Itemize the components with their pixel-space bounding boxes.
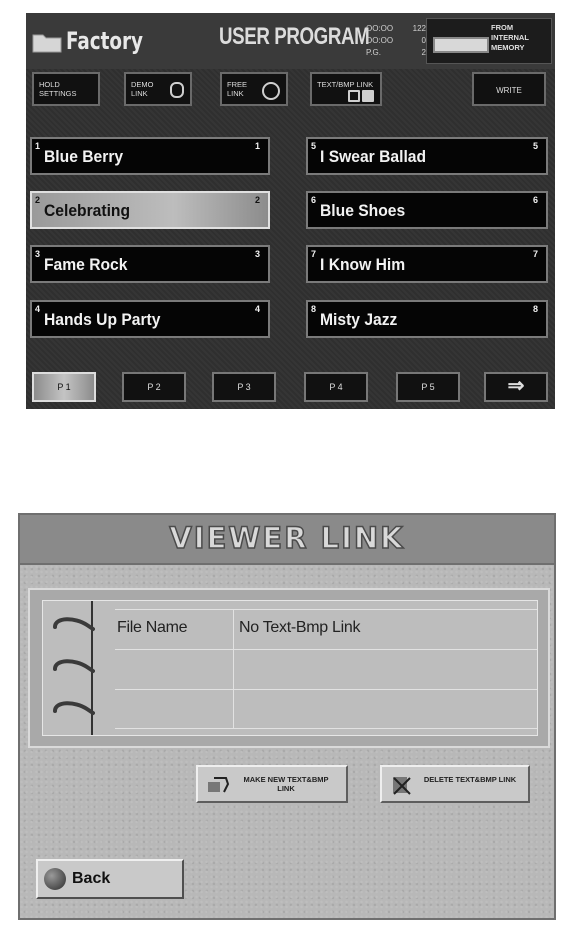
window-title-bar: VIEWER LINK bbox=[20, 515, 554, 565]
memory-indicator: FROM INTERNAL MEMORY bbox=[426, 18, 552, 64]
song-number: 5 bbox=[532, 141, 538, 151]
memory-card-icon bbox=[433, 37, 489, 53]
button-label: FREE LINK bbox=[227, 80, 248, 98]
button-label: WRITE bbox=[496, 86, 522, 95]
song-number: 1 bbox=[254, 141, 260, 151]
song-name: I Know Him bbox=[320, 255, 406, 274]
song-number: 1 bbox=[35, 141, 41, 151]
counter-readout: OO:OO 122 OO:OO 0 P.G. 2 bbox=[366, 23, 426, 59]
memory-label: FROM INTERNAL MEMORY bbox=[491, 23, 529, 52]
grid-line bbox=[233, 609, 234, 729]
delete-link-icon bbox=[393, 777, 411, 795]
song-item[interactable]: 6 Blue Shoes 6 bbox=[306, 191, 548, 229]
song-item[interactable]: 7 I Know Him 7 bbox=[306, 245, 548, 283]
page-5-button[interactable]: P 5 bbox=[396, 372, 460, 402]
song-number: 4 bbox=[254, 304, 260, 314]
make-link-icon bbox=[208, 777, 230, 793]
button-label: MAKE NEW TEXT&BMP LINK bbox=[243, 775, 329, 793]
song-number: 6 bbox=[532, 195, 538, 205]
song-name: Blue Berry bbox=[44, 147, 124, 166]
text-bmp-link-button[interactable]: TEXT/BMP LINK bbox=[310, 72, 382, 106]
image-icon bbox=[362, 90, 374, 102]
delete-link-button[interactable]: DELETE TEXT&BMP LINK bbox=[380, 765, 530, 803]
song-number: 3 bbox=[35, 249, 41, 259]
link-list-panel: File Name No Text-Bmp Link bbox=[28, 588, 550, 748]
binder-ring-icon bbox=[53, 617, 95, 631]
song-number: 2 bbox=[35, 195, 41, 205]
make-new-link-button[interactable]: MAKE NEW TEXT&BMP LINK bbox=[196, 765, 348, 803]
song-number: 7 bbox=[532, 249, 538, 259]
binder-ring-icon bbox=[53, 659, 95, 673]
song-item[interactable]: 5 I Swear Ballad 5 bbox=[306, 137, 548, 175]
link-value-cell[interactable]: No Text-Bmp Link bbox=[239, 619, 360, 637]
song-name: Misty Jazz bbox=[320, 310, 398, 329]
free-link-button[interactable]: FREE LINK bbox=[220, 72, 288, 106]
next-page-arrow-icon[interactable]: ⇒ bbox=[484, 372, 548, 402]
grid-line bbox=[115, 609, 537, 610]
demo-link-button[interactable]: DEMO LINK bbox=[124, 72, 192, 106]
page-3-button[interactable]: P 3 bbox=[212, 372, 276, 402]
user-program-screen: Factory USER PROGRAM OO:OO 122 OO:OO 0 P.G… bbox=[26, 13, 555, 409]
window-title: VIEWER LINK bbox=[169, 520, 405, 556]
page-1-button[interactable]: P 1 bbox=[32, 372, 96, 402]
hold-settings-button[interactable]: HOLD SETTINGS bbox=[32, 72, 100, 106]
grid-line bbox=[115, 689, 537, 690]
song-name: Hands Up Party bbox=[44, 310, 161, 329]
folder-icon bbox=[32, 34, 62, 53]
song-item[interactable]: 8 Misty Jazz 8 bbox=[306, 300, 548, 338]
folder-name[interactable]: Factory bbox=[66, 27, 143, 55]
button-label: DELETE TEXT&BMP LINK bbox=[423, 775, 517, 784]
button-label: DEMO LINK bbox=[131, 80, 154, 98]
song-number: 8 bbox=[532, 304, 538, 314]
song-name: Celebrating bbox=[44, 201, 131, 220]
button-label: TEXT/BMP LINK bbox=[317, 80, 374, 89]
song-item[interactable]: 4 Hands Up Party 4 bbox=[30, 300, 270, 338]
song-number: 6 bbox=[311, 195, 317, 205]
image-icon bbox=[348, 90, 360, 102]
song-number: 7 bbox=[311, 249, 317, 259]
song-number: 8 bbox=[311, 304, 317, 314]
counter-value: 122 bbox=[412, 24, 426, 33]
counter-label: OO:OO bbox=[366, 24, 394, 33]
notebook-list: File Name No Text-Bmp Link bbox=[42, 600, 538, 736]
song-number: 3 bbox=[254, 249, 260, 259]
page-title: USER PROGRAM bbox=[219, 23, 370, 50]
song-item-selected[interactable]: 2 Celebrating 2 bbox=[30, 191, 270, 229]
counter-label: P.G. bbox=[366, 48, 381, 57]
song-item[interactable]: 1 Blue Berry 1 bbox=[30, 137, 270, 175]
song-number: 2 bbox=[254, 195, 260, 205]
song-name: Fame Rock bbox=[44, 255, 128, 274]
binder-ring-icon bbox=[53, 701, 95, 715]
button-label: HOLD SETTINGS bbox=[39, 80, 77, 98]
page-2-button[interactable]: P 2 bbox=[122, 372, 186, 402]
song-number: 5 bbox=[311, 141, 317, 151]
song-name: I Swear Ballad bbox=[320, 147, 427, 166]
header-bar: Factory USER PROGRAM OO:OO 122 OO:OO 0 P.G… bbox=[26, 13, 555, 69]
back-icon bbox=[44, 868, 66, 890]
grid-line bbox=[115, 649, 537, 650]
back-button[interactable]: Back bbox=[36, 859, 184, 899]
grid-line bbox=[115, 728, 537, 729]
counter-label: OO:OO bbox=[366, 36, 394, 45]
write-button[interactable]: WRITE bbox=[472, 72, 546, 106]
back-label: Back bbox=[72, 870, 111, 887]
file-name-header: File Name bbox=[117, 619, 188, 636]
viewer-link-window: VIEWER LINK File Name No Text-Bmp Link M… bbox=[18, 513, 556, 920]
song-number: 4 bbox=[35, 304, 41, 314]
link-icon bbox=[170, 82, 184, 98]
song-name: Blue Shoes bbox=[320, 201, 406, 220]
page-4-button[interactable]: P 4 bbox=[304, 372, 368, 402]
song-item[interactable]: 3 Fame Rock 3 bbox=[30, 245, 270, 283]
disc-icon bbox=[262, 82, 280, 100]
